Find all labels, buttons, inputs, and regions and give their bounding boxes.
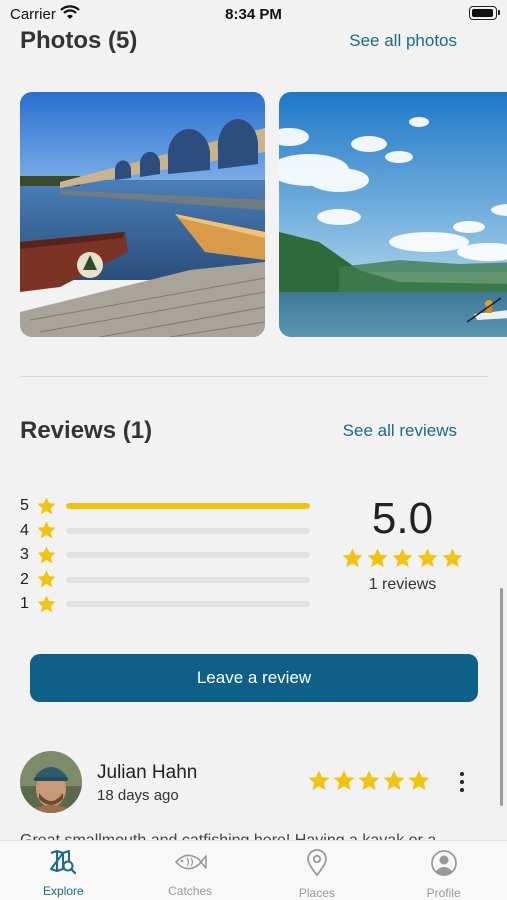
- photos-header: Photos (5) See all photos: [20, 27, 457, 54]
- star-icon: [37, 570, 56, 588]
- rating-bar: [66, 601, 310, 608]
- rating-row: 1: [20, 592, 310, 617]
- star-icon: [36, 496, 58, 517]
- map-search-icon: [49, 849, 77, 880]
- star-icon: [333, 770, 355, 790]
- rating-summary: 5.0 1 reviews: [330, 495, 475, 594]
- section-divider: [20, 376, 488, 377]
- leave-review-button[interactable]: Leave a review: [30, 654, 478, 702]
- tab-label: Explore: [43, 884, 84, 898]
- rating-bar: [66, 552, 310, 559]
- tab-explore[interactable]: Explore: [0, 841, 127, 900]
- battery-icon: [469, 6, 500, 20]
- avatar[interactable]: [20, 751, 82, 813]
- rating-bar: [66, 576, 310, 583]
- tab-label: Profile: [426, 886, 461, 900]
- star-icon: [37, 521, 56, 539]
- fish-icon: [173, 849, 207, 880]
- star-icon: [308, 770, 330, 790]
- average-stars: [330, 547, 475, 570]
- more-options-icon[interactable]: [452, 768, 472, 796]
- review-count: 1 reviews: [368, 576, 437, 593]
- photo-bridge-canoes[interactable]: [20, 92, 265, 337]
- rating-row-label: 5: [20, 497, 29, 515]
- star-icon: [36, 594, 58, 615]
- review-stars: [307, 769, 431, 793]
- status-time: 8:34 PM: [225, 6, 282, 23]
- photos-title: Photos (5): [20, 27, 138, 54]
- tab-bar: Explore Catches Places Profile: [0, 840, 507, 900]
- status-bar: Carrier 8:34 PM: [0, 0, 507, 28]
- review-date: 18 days ago: [97, 787, 179, 804]
- rating-row: 4: [20, 519, 310, 544]
- tab-profile[interactable]: Profile: [380, 841, 507, 900]
- star-icon: [417, 548, 438, 568]
- star-icon: [358, 770, 380, 790]
- star-icon: [37, 497, 56, 515]
- see-all-photos-link[interactable]: See all photos: [349, 31, 457, 51]
- rating-row-label: 2: [20, 570, 29, 588]
- star-icon: [442, 548, 463, 568]
- tab-label: Places: [298, 886, 335, 900]
- reviews-header: Reviews (1) See all reviews: [20, 416, 457, 446]
- star-icon: [383, 770, 405, 790]
- tab-places[interactable]: Places: [254, 841, 381, 900]
- rating-row: 5: [20, 494, 310, 519]
- reviews-title: Reviews (1): [20, 417, 153, 444]
- star-icon: [37, 546, 56, 564]
- tab-catches[interactable]: Catches: [127, 841, 254, 900]
- scrollbar[interactable]: [500, 588, 503, 806]
- rating-row: 3: [20, 543, 310, 568]
- tab-label: Catches: [168, 884, 213, 898]
- rating-row-label: 3: [20, 546, 29, 564]
- rating-bar: [66, 527, 310, 534]
- person-circle-icon: [430, 849, 458, 882]
- see-all-reviews-link[interactable]: See all reviews: [343, 421, 457, 441]
- average-rating: 5.0: [371, 494, 434, 543]
- location-pin-icon: [305, 849, 329, 882]
- photo-lake-kayak[interactable]: [279, 92, 507, 337]
- rating-bar-fill: [66, 503, 310, 510]
- rating-row-label: 4: [20, 521, 29, 539]
- star-icon: [408, 770, 430, 790]
- rating-row: 2: [20, 568, 310, 593]
- star-icon: [36, 520, 58, 541]
- star-icon: [36, 569, 58, 590]
- rating-row-label: 1: [20, 595, 29, 613]
- rating-bar: [66, 503, 310, 510]
- star-icon: [37, 595, 56, 613]
- star-icon: [342, 548, 363, 568]
- star-icon: [367, 548, 388, 568]
- rating-breakdown: 5 4 3 2 1: [20, 494, 310, 617]
- star-icon: [392, 548, 413, 568]
- star-icon: [36, 545, 58, 566]
- reviewer-name: Julian Hahn: [97, 762, 198, 783]
